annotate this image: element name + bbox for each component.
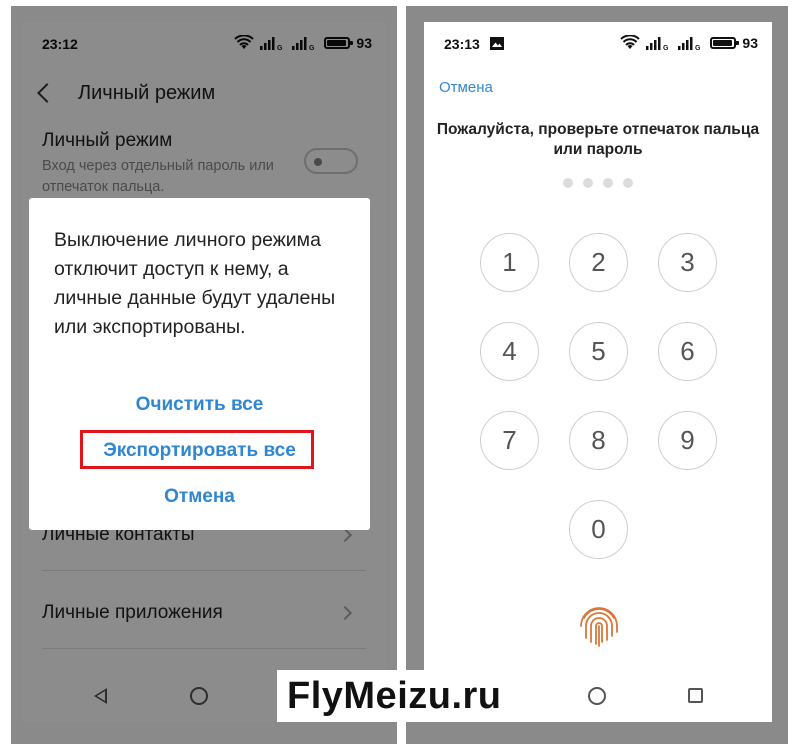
wifi-icon bbox=[620, 35, 641, 49]
signal-icon: G bbox=[678, 37, 701, 50]
pin-dot bbox=[603, 178, 613, 188]
keypad-key-0[interactable]: 0 bbox=[569, 500, 628, 559]
pin-dot bbox=[623, 178, 633, 188]
cancel-button[interactable]: Отмена bbox=[439, 79, 493, 96]
keypad-key-9[interactable]: 9 bbox=[658, 411, 717, 470]
verify-prompt: Пожалуйста, проверьте отпечаток пальца и… bbox=[436, 121, 760, 158]
keypad-key-6[interactable]: 6 bbox=[658, 322, 717, 381]
right-phone-screen: 23:13 G G 93 Отмена Пожалуйста, проверьт… bbox=[424, 22, 772, 722]
site-watermark: FlyMeizu.ru bbox=[277, 670, 512, 722]
status-bar: 23:13 G G 93 bbox=[424, 22, 772, 66]
keypad-key-7[interactable]: 7 bbox=[480, 411, 539, 470]
keypad-key-3[interactable]: 3 bbox=[658, 233, 717, 292]
fingerprint-icon[interactable] bbox=[576, 602, 622, 648]
keypad-key-8[interactable]: 8 bbox=[569, 411, 628, 470]
keypad-key-1[interactable]: 1 bbox=[480, 233, 539, 292]
status-time: 23:13 bbox=[444, 36, 480, 52]
dialog-message: Выключение личного режима отключит досту… bbox=[54, 229, 336, 338]
battery-icon bbox=[710, 37, 740, 49]
clear-all-button[interactable]: Очистить все bbox=[29, 394, 370, 416]
nav-recent-apps-icon[interactable] bbox=[688, 688, 703, 703]
pin-dot bbox=[583, 178, 593, 188]
pin-dot bbox=[563, 178, 573, 188]
keypad-key-5[interactable]: 5 bbox=[569, 322, 628, 381]
disable-private-mode-dialog: Выключение личного режима отключит досту… bbox=[29, 198, 370, 530]
left-phone-screen: 23:12 G G 93 Личный режим Личный режим В… bbox=[22, 22, 386, 722]
battery-level: 93 bbox=[742, 35, 758, 51]
svg-text:G: G bbox=[695, 45, 701, 50]
signal-icon: G bbox=[646, 37, 669, 50]
keypad-key-2[interactable]: 2 bbox=[569, 233, 628, 292]
pin-indicator bbox=[563, 178, 633, 188]
dialog-cancel-button[interactable]: Отмена bbox=[29, 486, 370, 508]
keypad-key-4[interactable]: 4 bbox=[480, 322, 539, 381]
svg-text:G: G bbox=[663, 45, 669, 50]
export-all-button[interactable]: Экспортировать все bbox=[29, 440, 370, 462]
nav-home-icon[interactable] bbox=[588, 687, 606, 705]
image-notification-icon bbox=[490, 37, 504, 50]
